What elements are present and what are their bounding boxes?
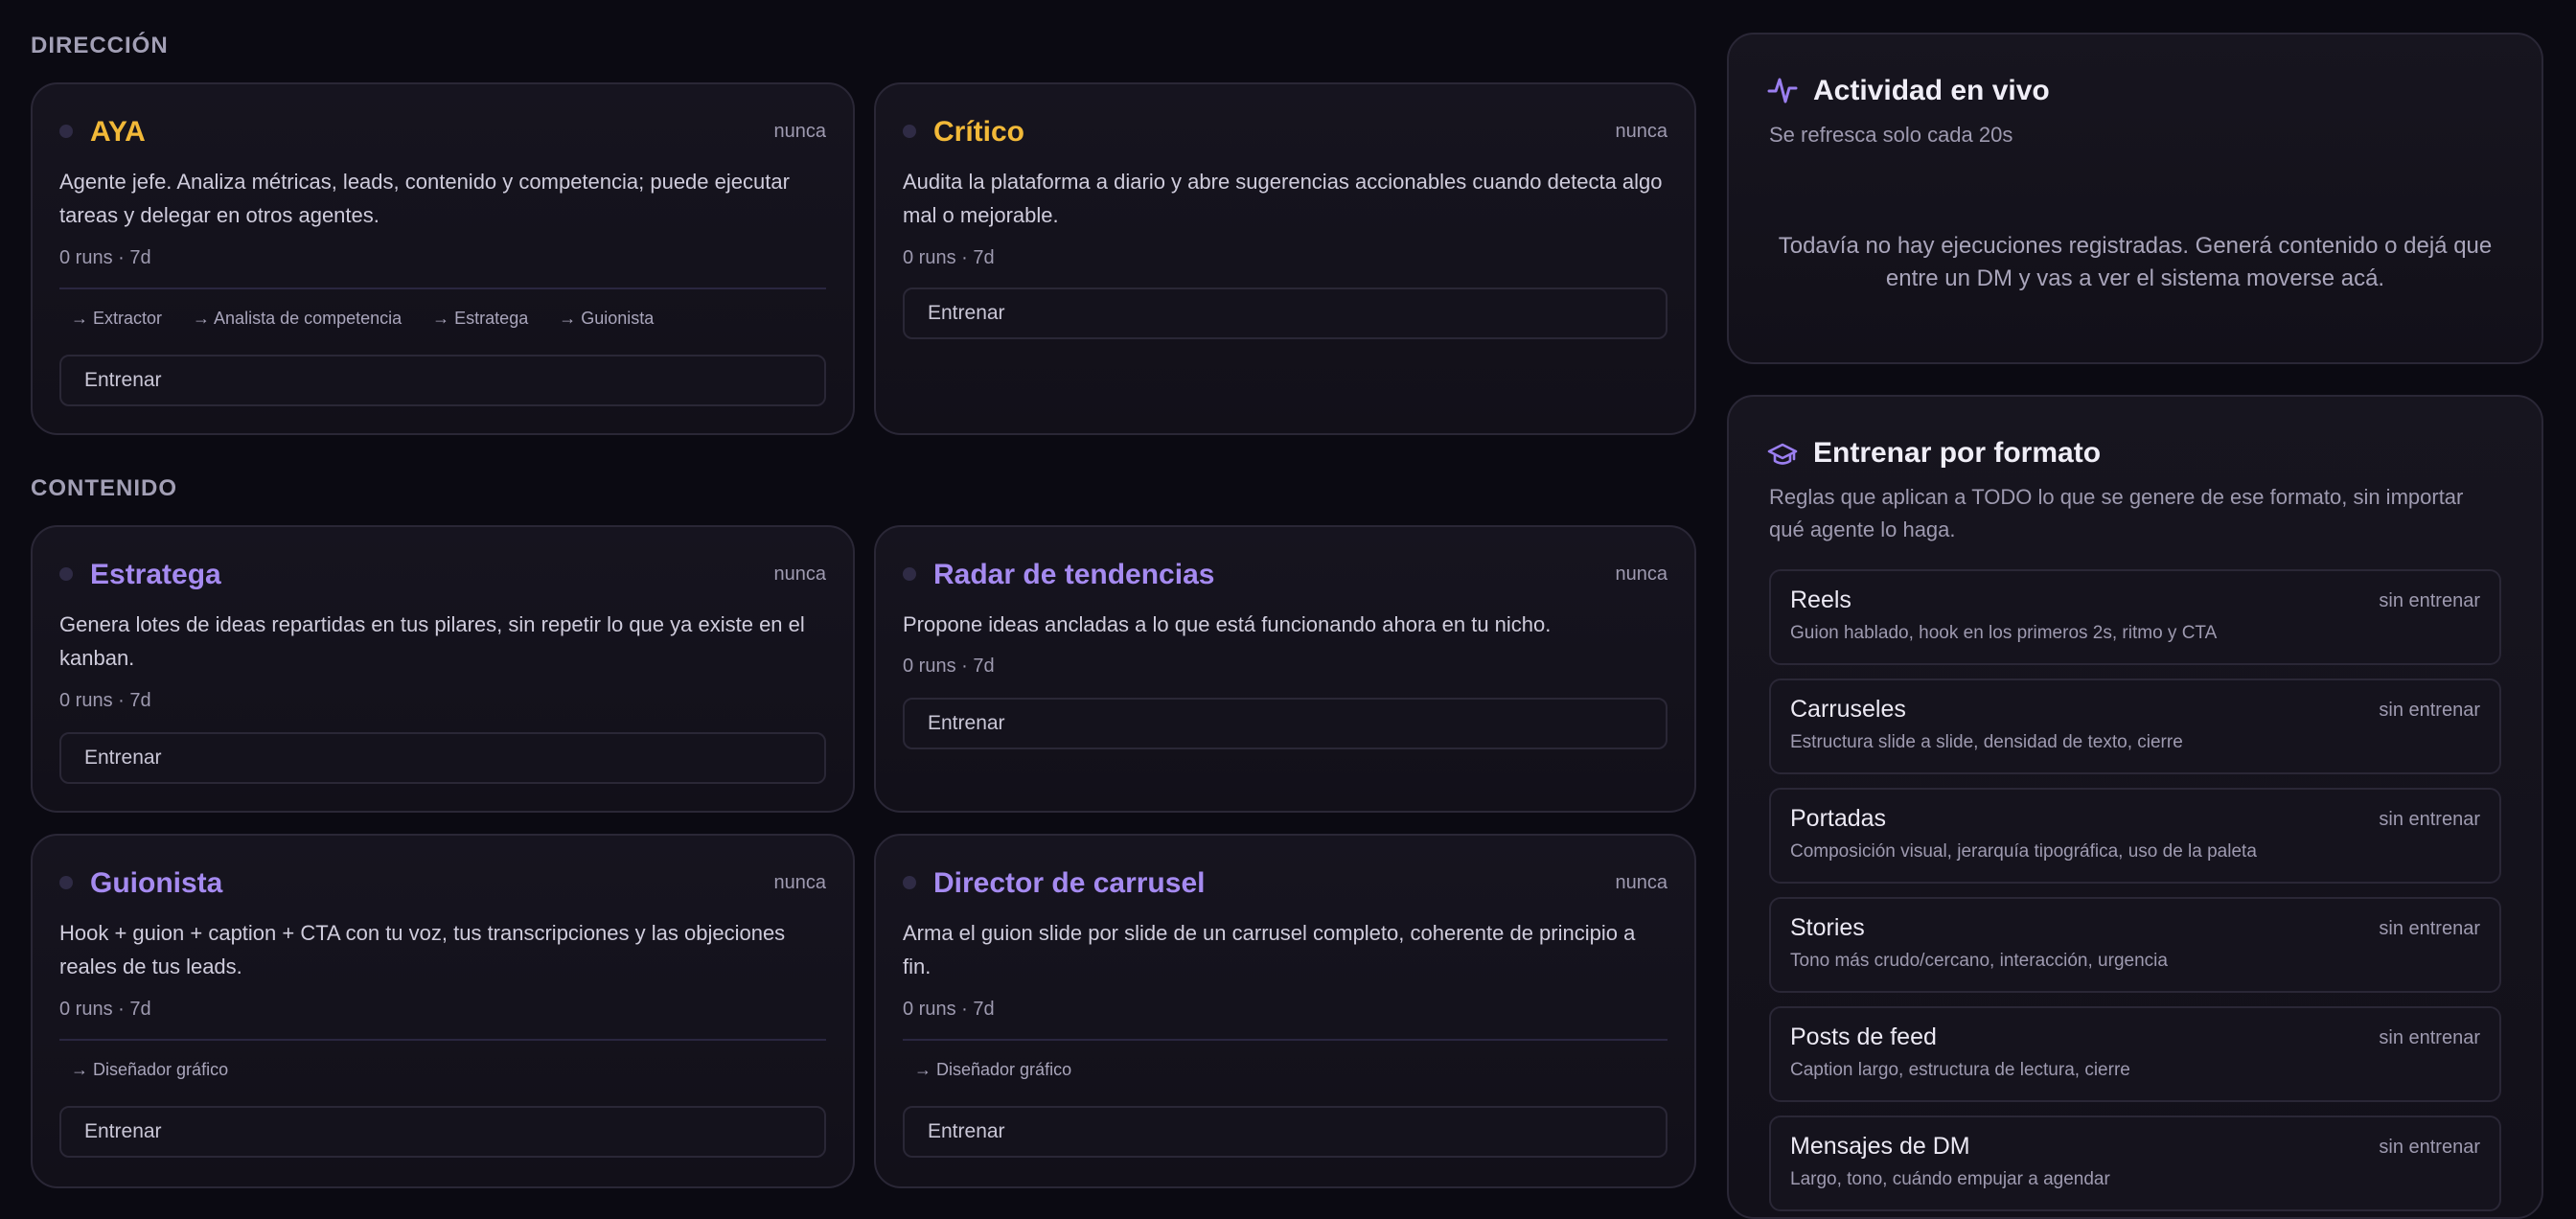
- status-dot: [903, 125, 916, 138]
- handoff-estratega[interactable]: → Estratega: [432, 309, 528, 329]
- handoff-list: → Diseñador gráfico: [71, 1060, 228, 1080]
- formats-subtitle: Reglas que aplican a TODO lo que se gene…: [1769, 485, 2464, 541]
- train-button[interactable]: Entrenar: [903, 698, 1668, 749]
- train-button[interactable]: Entrenar: [903, 288, 1668, 339]
- last-run: nunca: [773, 121, 827, 142]
- last-run: nunca: [1615, 564, 1668, 585]
- agent-card-header: Director de carrusel nunca: [903, 864, 1668, 903]
- agent-stats: 0 runs · 7d: [59, 690, 151, 711]
- formats-title: Entrenar por formato: [1813, 437, 2102, 469]
- agent-name: Director de carrusel: [933, 867, 1206, 899]
- format-name: Portadas: [1790, 805, 1887, 832]
- agent-name: Crítico: [933, 116, 1025, 148]
- agent-card-header: Radar de tendencias nunca: [903, 556, 1668, 594]
- agent-stats: 0 runs · 7d: [903, 656, 995, 677]
- agent-card-radar: Radar de tendencias nunca Propone ideas …: [874, 525, 1696, 813]
- agent-description: Hook + guion + caption + CTA con tu voz,…: [59, 921, 786, 978]
- divider: [903, 1039, 1668, 1041]
- section-title-direccion: DIRECCIÓN: [31, 33, 169, 58]
- format-description: Composición visual, jerarquía tipográfic…: [1790, 841, 2257, 862]
- agent-name: Estratega: [90, 559, 221, 590]
- format-item-stories[interactable]: Stories sin entrenar Tono más crudo/cerc…: [1769, 897, 2501, 993]
- agent-card-header: Guionista nunca: [59, 864, 826, 903]
- agent-description: Agente jefe. Analiza métricas, leads, co…: [59, 170, 790, 227]
- agent-name: Guionista: [90, 867, 223, 899]
- format-description: Estructura slide a slide, densidad de te…: [1790, 732, 2183, 752]
- agent-card-header: Crítico nunca: [903, 113, 1668, 151]
- format-status: sin entrenar: [2379, 809, 2480, 830]
- handoff-extractor[interactable]: → Extractor: [71, 309, 162, 329]
- agent-card-critico: Crítico nunca Audita la plataforma a dia…: [874, 82, 1696, 435]
- format-name: Reels: [1790, 586, 1852, 613]
- agent-stats: 0 runs · 7d: [59, 999, 151, 1020]
- format-item-carruseles[interactable]: Carruseles sin entrenar Estructura slide…: [1769, 678, 2501, 774]
- status-dot: [59, 876, 73, 889]
- format-status: sin entrenar: [2379, 700, 2480, 721]
- last-run: nunca: [773, 872, 827, 893]
- agent-description: Arma el guion slide por slide de un carr…: [903, 921, 1636, 978]
- format-status: sin entrenar: [2379, 590, 2480, 611]
- handoff-disenador[interactable]: → Diseñador gráfico: [914, 1060, 1071, 1080]
- format-item-portadas[interactable]: Portadas sin entrenar Composición visual…: [1769, 788, 2501, 884]
- train-button[interactable]: Entrenar: [59, 355, 826, 406]
- agent-stats: 0 runs · 7d: [903, 999, 995, 1020]
- agent-card-header: Estratega nunca: [59, 556, 826, 594]
- agent-description: Propone ideas ancladas a lo que está fun…: [903, 612, 1552, 636]
- agent-card-estratega: Estratega nunca Genera lotes de ideas re…: [31, 525, 855, 813]
- last-run: nunca: [1615, 872, 1668, 893]
- agent-card-aya: AYA nunca Agente jefe. Analiza métricas,…: [31, 82, 855, 435]
- handoff-guionista[interactable]: → Guionista: [559, 309, 654, 329]
- train-button[interactable]: Entrenar: [59, 732, 826, 784]
- last-run: nunca: [1615, 121, 1668, 142]
- activity-title: Actividad en vivo: [1813, 75, 2050, 106]
- agent-card-header: AYA nunca: [59, 113, 826, 151]
- last-run: nunca: [773, 564, 827, 585]
- handoff-disenador[interactable]: → Diseñador gráfico: [71, 1060, 228, 1080]
- format-name: Carruseles: [1790, 696, 1906, 723]
- format-name: Mensajes de DM: [1790, 1133, 1970, 1160]
- status-dot: [59, 567, 73, 581]
- agent-name: Radar de tendencias: [933, 559, 1215, 590]
- activity-panel: Actividad en vivo Se refresca solo cada …: [1727, 33, 2543, 364]
- format-name: Posts de feed: [1790, 1024, 1937, 1050]
- train-button[interactable]: Entrenar: [59, 1106, 826, 1158]
- format-description: Caption largo, estructura de lectura, ci…: [1790, 1060, 2130, 1080]
- divider: [59, 1039, 826, 1041]
- format-description: Largo, tono, cuándo empujar a agendar: [1790, 1169, 2110, 1189]
- activity-subtitle: Se refresca solo cada 20s: [1769, 123, 2013, 147]
- status-dot: [903, 567, 916, 581]
- divider: [59, 288, 826, 289]
- format-description: Guion hablado, hook en los primeros 2s, …: [1790, 623, 2218, 643]
- format-item-posts-de-feed[interactable]: Posts de feed sin entrenar Caption largo…: [1769, 1006, 2501, 1102]
- activity-pulse-icon: [1767, 78, 1798, 104]
- format-status: sin entrenar: [2379, 1137, 2480, 1158]
- format-item-reels[interactable]: Reels sin entrenar Guion hablado, hook e…: [1769, 569, 2501, 665]
- format-status: sin entrenar: [2379, 1027, 2480, 1048]
- handoff-list: → Extractor → Analista de competencia → …: [71, 309, 654, 329]
- formats-panel: Entrenar por formato Reglas que aplican …: [1727, 395, 2543, 1219]
- train-button[interactable]: Entrenar: [903, 1106, 1668, 1158]
- agent-card-director: Director de carrusel nunca Arma el guion…: [874, 834, 1696, 1188]
- agent-description: Genera lotes de ideas repartidas en tus …: [59, 612, 805, 670]
- format-status: sin entrenar: [2379, 918, 2480, 939]
- activity-empty-message: Todavía no hay ejecuciones registradas. …: [1778, 233, 2493, 291]
- format-item-mensajes-de-dm[interactable]: Mensajes de DM sin entrenar Largo, tono,…: [1769, 1116, 2501, 1211]
- format-name: Stories: [1790, 914, 1865, 941]
- agent-description: Audita la plataforma a diario y abre sug…: [903, 170, 1663, 227]
- agent-card-guionista: Guionista nunca Hook + guion + caption +…: [31, 834, 855, 1188]
- agent-name: AYA: [90, 116, 146, 148]
- handoff-list: → Diseñador gráfico: [914, 1060, 1071, 1080]
- status-dot: [59, 125, 73, 138]
- handoff-analista[interactable]: → Analista de competencia: [193, 309, 402, 329]
- status-dot: [903, 876, 916, 889]
- format-description: Tono más crudo/cercano, interacción, urg…: [1790, 951, 2168, 971]
- agent-stats: 0 runs · 7d: [903, 247, 995, 268]
- graduation-cap-icon: [1767, 443, 1798, 465]
- section-title-contenido: CONTENIDO: [31, 475, 177, 501]
- agent-stats: 0 runs · 7d: [59, 247, 151, 268]
